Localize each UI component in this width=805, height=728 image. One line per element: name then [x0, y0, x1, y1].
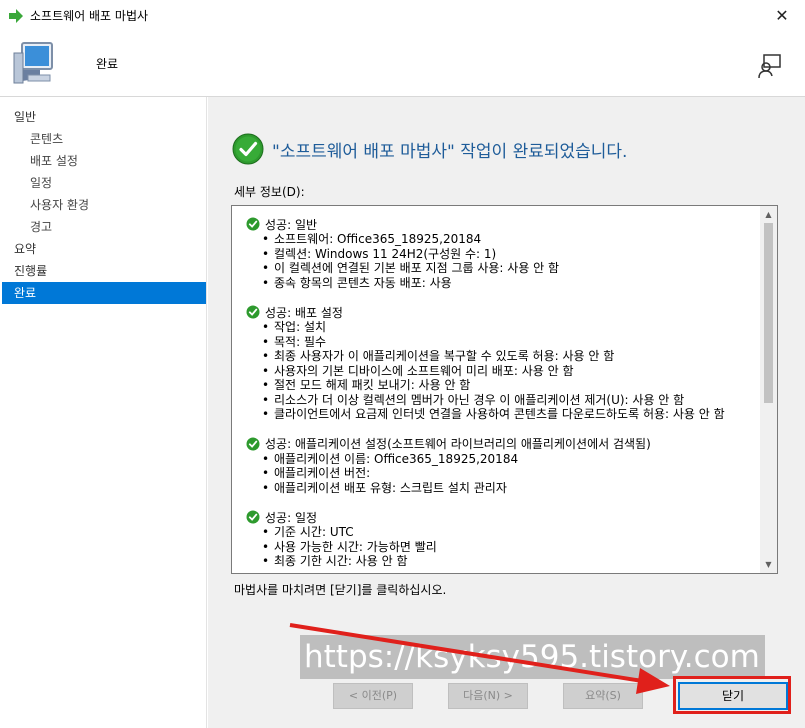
nav-item[interactable]: 콘텐츠 — [0, 128, 206, 150]
list-item: 애플리케이션 배포 유형: 스크립트 설치 관리자 — [262, 481, 756, 496]
section-heading: 성공: 배포 설정 — [246, 304, 756, 320]
section-list: 소프트웨어: Office365_18925,20184컬렉션: Windows… — [262, 232, 756, 290]
summary-button[interactable]: 요약(S) — [563, 683, 643, 709]
scroll-up-icon[interactable]: ▲ — [760, 206, 777, 223]
wizard-nav: 일반 콘텐츠 배포 설정 일정 사용자 환경 경고 요약 진행률 완료 — [0, 97, 207, 728]
success-check-icon — [232, 133, 264, 165]
completion-message: "소프트웨어 배포 마법사" 작업이 완료되었습니다. — [272, 141, 628, 162]
list-item: 소프트웨어: Office365_18925,20184 — [262, 232, 756, 247]
details-textbox[interactable]: 성공: 일반소프트웨어: Office365_18925,20184컬렉션: W… — [231, 205, 778, 574]
list-item: 클라이언트에서 요금제 인터넷 연결을 사용하여 콘텐츠를 다운로드하도록 허용… — [262, 407, 756, 422]
list-item: 종속 항목의 콘텐츠 자동 배포: 사용 — [262, 276, 756, 291]
success-check-icon — [246, 217, 260, 231]
section-heading-text: 성공: 일반 — [265, 217, 318, 232]
window-title: 소프트웨어 배포 마법사 — [30, 9, 149, 23]
section-heading: 성공: 애플리케이션 설정(소프트웨어 라이브러리의 애플리케이션에서 검색됨) — [246, 436, 756, 452]
window-close-button[interactable]: ✕ — [759, 0, 805, 31]
nav-item[interactable]: 경고 — [0, 216, 206, 238]
section-list: 애플리케이션 이름: Office365_18925,20184애플리케이션 버… — [262, 452, 756, 496]
list-item: 리소스가 더 이상 컬렉션의 멤버가 아닌 경우 이 애플리케이션 제거(U):… — [262, 393, 756, 408]
page-title: 완료 — [96, 57, 119, 71]
success-check-icon — [246, 305, 260, 319]
details-content: 성공: 일반소프트웨어: Office365_18925,20184컬렉션: W… — [246, 216, 756, 573]
list-item: 컬렉션: Windows 11 24H2(구성원 수: 1) — [262, 247, 756, 262]
list-item: 이 컬렉션에 연결된 기본 배포 지점 그룹 사용: 사용 안 함 — [262, 261, 756, 276]
finish-hint: 마법사를 마치려면 [닫기]를 클릭하십시오. — [234, 583, 447, 597]
nav-item[interactable]: 사용자 환경 — [0, 194, 206, 216]
list-item: 애플리케이션 버전: — [262, 466, 756, 481]
nav-item[interactable]: 일반 — [0, 106, 206, 128]
section-heading: 성공: 일반 — [246, 216, 756, 232]
list-item: 최종 사용자가 이 애플리케이션을 복구할 수 있도록 허용: 사용 안 함 — [262, 349, 756, 364]
next-button[interactable]: 다음(N) > — [448, 683, 528, 709]
success-check-icon — [246, 437, 260, 450]
wizard-header: 완료 — [0, 31, 805, 97]
list-item: 사용자의 기본 디바이스에 소프트웨어 미리 배포: 사용 안 함 — [262, 364, 756, 379]
main-panel: "소프트웨어 배포 마법사" 작업이 완료되었습니다. 세부 정보(D): 성공… — [208, 97, 805, 728]
section-heading-text: 성공: 일정 — [265, 510, 318, 525]
nav-item[interactable]: 완료 — [2, 282, 206, 304]
details-section: 성공: 일반소프트웨어: Office365_18925,20184컬렉션: W… — [246, 216, 756, 290]
list-item: 절전 모드 해제 패킷 보내기: 사용 안 함 — [262, 378, 756, 393]
computer-icon — [13, 42, 53, 84]
scroll-down-icon[interactable]: ▼ — [760, 556, 777, 573]
section-list: 작업: 설치목적: 필수최종 사용자가 이 애플리케이션을 복구할 수 있도록 … — [262, 320, 756, 422]
details-label: 세부 정보(D): — [234, 185, 305, 199]
list-item: 사용 가능한 시간: 가능하면 빨리 — [262, 540, 756, 555]
scroll-thumb[interactable] — [764, 223, 773, 403]
help-person-icon[interactable] — [757, 53, 783, 79]
section-heading-text: 성공: 애플리케이션 설정(소프트웨어 라이브러리의 애플리케이션에서 검색됨) — [265, 437, 651, 451]
title-bar: 소프트웨어 배포 마법사 ✕ — [0, 0, 805, 31]
vertical-scrollbar[interactable]: ▲ ▼ — [760, 206, 777, 573]
list-item: 애플리케이션 이름: Office365_18925,20184 — [262, 452, 756, 467]
nav-item[interactable]: 배포 설정 — [0, 150, 206, 172]
details-section: 성공: 일정기준 시간: UTC사용 가능한 시간: 가능하면 빨리최종 기한 … — [246, 509, 756, 569]
previous-button[interactable]: < 이전(P) — [333, 683, 413, 709]
section-list: 기준 시간: UTC사용 가능한 시간: 가능하면 빨리최종 기한 시간: 사용… — [262, 525, 756, 569]
nav-item[interactable]: 일정 — [0, 172, 206, 194]
success-check-icon — [246, 510, 260, 524]
details-section: 성공: 애플리케이션 설정(소프트웨어 라이브러리의 애플리케이션에서 검색됨)… — [246, 436, 756, 496]
list-item: 최종 기한 시간: 사용 안 함 — [262, 554, 756, 569]
list-item: 기준 시간: UTC — [262, 525, 756, 540]
completion-banner: "소프트웨어 배포 마법사" 작업이 완료되었습니다. — [232, 133, 627, 165]
nav-item[interactable]: 요약 — [0, 238, 206, 260]
list-item: 작업: 설치 — [262, 320, 756, 335]
section-heading: 성공: 일정 — [246, 509, 756, 525]
nav-item[interactable]: 진행률 — [0, 260, 206, 282]
close-button[interactable]: 닫기 — [678, 682, 788, 710]
details-section: 성공: 배포 설정작업: 설치목적: 필수최종 사용자가 이 애플리케이션을 복… — [246, 304, 756, 422]
wizard-arrow-icon — [9, 8, 23, 23]
list-item: 목적: 필수 — [262, 335, 756, 350]
close-icon: ✕ — [775, 6, 789, 25]
watermark-url: https://ksyksy595.tistory.com — [300, 635, 765, 679]
section-heading-text: 성공: 배포 설정 — [265, 305, 343, 320]
